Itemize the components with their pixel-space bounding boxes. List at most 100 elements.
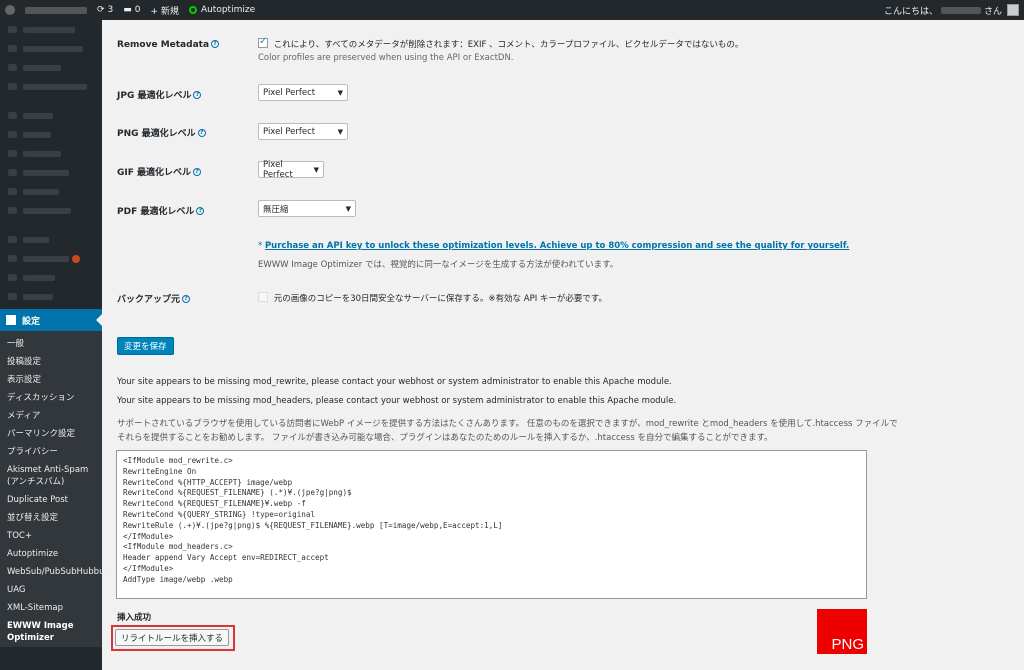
autoptimize-status-icon bbox=[188, 6, 197, 14]
code-line: RewriteEngine On bbox=[123, 466, 197, 476]
sidebar-item-blurred[interactable] bbox=[0, 144, 102, 163]
purchase-api-key-link[interactable]: Purchase an API key to unlock these opti… bbox=[265, 241, 849, 251]
gif-level-select[interactable]: Pixel Perfect ▼ bbox=[258, 160, 324, 180]
code-line: RewriteCond %{REQUEST_FILENAME} (.*)¥.(j… bbox=[123, 488, 352, 498]
code-line: RewriteRule (.+)¥.(jpe?g|png)$ %{REQUEST… bbox=[123, 520, 503, 530]
code-line: RewriteCond %{HTTP_ACCEPT} image/webp bbox=[123, 477, 293, 487]
submenu-discussion[interactable]: ディスカッション bbox=[0, 389, 102, 407]
remove-metadata-text: これにより、すべてのメタデータが削除されます：EXIF 、コメント、カラープロフ… bbox=[273, 40, 744, 50]
comments-count: 0 bbox=[134, 5, 141, 15]
submenu-websub[interactable]: WebSub/PubSubHubbub bbox=[0, 563, 110, 581]
sidebar-item-label: 設定 bbox=[22, 316, 41, 327]
settings-submenu: 一般 投稿設定 表示設定 ディスカッション メディア パーマリンク設定 プライバ… bbox=[0, 331, 110, 647]
png-badge: PNG bbox=[817, 609, 867, 654]
sidebar-item-settings[interactable]: 設定 bbox=[0, 309, 102, 331]
backup-checkbox[interactable] bbox=[258, 292, 268, 302]
submenu-toc[interactable]: TOC+ bbox=[0, 527, 102, 545]
my-account-menu[interactable]: こんにちは、 さん bbox=[879, 0, 1024, 20]
help-icon[interactable]: ? bbox=[197, 129, 206, 137]
remove-metadata-row: Remove Metadata? bbox=[117, 40, 220, 50]
admin-bar: ⟳ 3 ▬ 0 + 新規 Autoptimize こんにちは、 さん bbox=[0, 0, 1024, 20]
submenu-general[interactable]: 一般 bbox=[0, 335, 102, 353]
mod-headers-notice: Your site appears to be missing mod_head… bbox=[117, 396, 677, 406]
sidebar-item-blurred[interactable] bbox=[0, 182, 102, 201]
submenu-reading[interactable]: 表示設定 bbox=[0, 371, 102, 389]
greeting-text: こんにちは、 bbox=[883, 6, 938, 17]
backup-text: 元の画像のコピーを30日間安全なサーバーに保存する。※有効な API キーが必要… bbox=[273, 294, 608, 304]
png-level-select[interactable]: Pixel Perfect ▼ bbox=[258, 123, 348, 140]
sidebar-item-blurred[interactable] bbox=[0, 249, 102, 268]
code-line: </IfModule> bbox=[123, 531, 174, 541]
sidebar-item-blurred[interactable] bbox=[0, 77, 102, 96]
code-line: AddType image/webp .webp bbox=[123, 574, 233, 584]
submenu-duplicate-post[interactable]: Duplicate Post bbox=[0, 491, 102, 509]
submenu-sort-settings[interactable]: 並び替え設定 bbox=[0, 509, 102, 527]
sidebar-item-blurred[interactable] bbox=[0, 268, 102, 287]
sidebar-item-blurred[interactable] bbox=[0, 20, 102, 39]
sidebar-item-blurred[interactable] bbox=[0, 201, 102, 220]
gif-level-label: GIF 最適化レベル? bbox=[117, 165, 202, 178]
png-level-row: PNG 最適化レベル? bbox=[117, 126, 206, 139]
wp-logo-menu[interactable] bbox=[0, 0, 20, 20]
backup-label: バックアップ元? bbox=[117, 292, 191, 305]
sidebar-item-blurred[interactable] bbox=[0, 58, 102, 77]
updates-count: 3 bbox=[107, 5, 114, 15]
submenu-ewww-image-optimizer[interactable]: EWWW Image Optimizer bbox=[0, 617, 102, 647]
gif-level-row: GIF 最適化レベル? bbox=[117, 165, 202, 178]
remove-metadata-field: これにより、すべてのメタデータが削除されます：EXIF 、コメント、カラープロフ… bbox=[258, 36, 744, 50]
submenu-writing[interactable]: 投稿設定 bbox=[0, 353, 102, 371]
autoptimize-menu[interactable]: Autoptimize bbox=[184, 0, 260, 20]
sidebar-item-blurred[interactable] bbox=[0, 106, 102, 125]
jpg-level-select[interactable]: Pixel Perfect ▼ bbox=[258, 84, 348, 101]
submenu-permalinks[interactable]: パーマリンク設定 bbox=[0, 425, 102, 443]
backup-field: 元の画像のコピーを30日間安全なサーバーに保存する。※有効な API キーが必要… bbox=[258, 292, 607, 304]
webp-description-line-1: サポートされているブラウザを使用している訪問者にWebP イメージを提供する方法… bbox=[117, 419, 898, 429]
submenu-xml-sitemap[interactable]: XML-Sitemap bbox=[0, 599, 102, 617]
insert-rewrite-rules-button[interactable]: リライトルールを挿入する bbox=[115, 629, 230, 646]
pdf-level-select[interactable]: 無圧縮 ▼ bbox=[258, 200, 356, 217]
help-icon[interactable]: ? bbox=[211, 40, 220, 48]
updates-icon: ⟳ bbox=[97, 5, 105, 15]
sidebar-item-blurred[interactable] bbox=[0, 163, 102, 182]
htaccess-rules-textarea[interactable]: <IfModule mod_rewrite.c> RewriteEngine O… bbox=[116, 450, 867, 599]
greeting-suffix: さん bbox=[983, 6, 1002, 17]
help-icon[interactable]: ? bbox=[182, 295, 191, 303]
png-level-label: PNG 最適化レベル? bbox=[117, 126, 206, 139]
submenu-autoptimize[interactable]: Autoptimize bbox=[0, 545, 102, 563]
submenu-media[interactable]: メディア bbox=[0, 407, 102, 425]
remove-metadata-checkbox[interactable] bbox=[258, 36, 268, 48]
admin-sidebar: 設定 一般 投稿設定 表示設定 ディスカッション メディア パーマリンク設定 プ… bbox=[0, 20, 110, 670]
dropdown-arrow-icon: ▼ bbox=[345, 204, 351, 213]
sidebar-item-blurred[interactable] bbox=[0, 287, 102, 306]
sidebar-item-blurred[interactable] bbox=[0, 39, 102, 58]
settings-content: Remove Metadata? これにより、すべてのメタデータが削除されます：… bbox=[102, 20, 1024, 670]
site-name-menu[interactable] bbox=[20, 0, 92, 20]
pdf-level-value: 無圧縮 bbox=[263, 204, 289, 215]
sidebar-item-blurred[interactable] bbox=[0, 230, 102, 249]
blurred-username bbox=[940, 6, 981, 14]
remove-metadata-description: Color profiles are preserved when using … bbox=[258, 53, 514, 63]
dropdown-arrow-icon: ▼ bbox=[337, 88, 343, 97]
help-icon[interactable]: ? bbox=[193, 168, 202, 176]
insert-success-message: 挿入成功 bbox=[117, 613, 152, 623]
submenu-akismet[interactable]: Akismet Anti-Spam (アンチスパム) bbox=[0, 461, 102, 491]
sidebar-item-blurred[interactable] bbox=[0, 125, 102, 144]
new-content-menu[interactable]: + 新規 bbox=[146, 0, 184, 20]
submenu-uag[interactable]: UAG bbox=[0, 581, 102, 599]
submenu-privacy[interactable]: プライバシー bbox=[0, 443, 102, 461]
jpg-level-value: Pixel Perfect bbox=[263, 87, 316, 98]
api-note: EWWW Image Optimizer では、視覚的に同一なイメージを生成する… bbox=[258, 260, 619, 270]
save-changes-button[interactable]: 変更を保存 bbox=[117, 337, 174, 355]
webp-description-line-2: それらを提供することをお勧めします。 ファイルが書き込み可能な場合、プラグインは… bbox=[117, 433, 773, 443]
code-line: <IfModule mod_headers.c> bbox=[123, 542, 233, 552]
help-icon[interactable]: ? bbox=[196, 207, 205, 215]
comments-menu[interactable]: ▬ 0 bbox=[118, 0, 145, 20]
code-line: </IfModule> bbox=[123, 563, 174, 573]
pdf-level-label: PDF 最適化レベル? bbox=[117, 204, 205, 217]
comment-icon: ▬ bbox=[123, 5, 132, 15]
updates-menu[interactable]: ⟳ 3 bbox=[92, 0, 118, 20]
dropdown-arrow-icon: ▼ bbox=[313, 165, 319, 174]
help-icon[interactable]: ? bbox=[193, 91, 202, 99]
wordpress-logo-icon bbox=[5, 5, 15, 15]
png-level-value: Pixel Perfect bbox=[263, 126, 316, 137]
